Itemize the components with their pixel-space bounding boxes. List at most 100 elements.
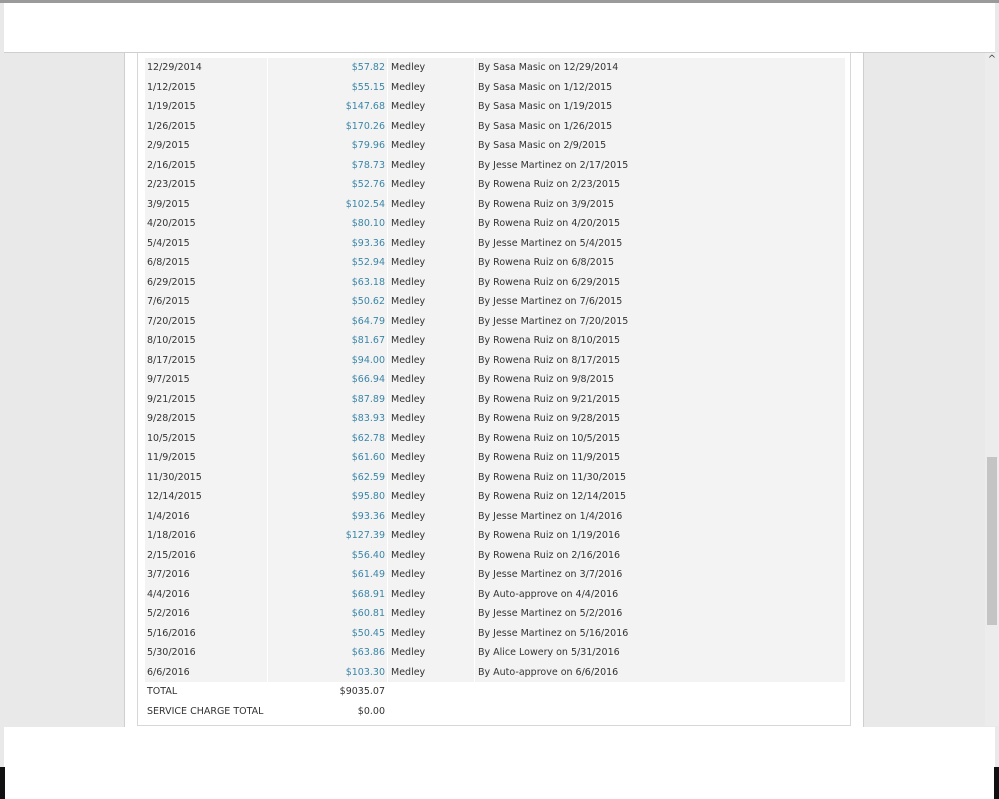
amount-link[interactable]: $102.54: [271, 195, 385, 215]
column-separator: [267, 155, 268, 175]
table-row: 1/19/2015 $147.68 Medley By Sasa Masic on 1…: [145, 97, 845, 117]
column-separator: [387, 292, 388, 312]
amount-link[interactable]: $60.81: [271, 604, 385, 624]
column-separator: [387, 448, 388, 468]
amount-link[interactable]: $62.78: [271, 429, 385, 449]
amount-link[interactable]: $94.00: [271, 351, 385, 371]
scrollbar-thumb[interactable]: [987, 457, 997, 625]
column-separator: [387, 58, 388, 78]
column-separator: [387, 175, 388, 195]
amount-link[interactable]: $95.80: [271, 487, 385, 507]
table-row: 5/30/2016 $63.86 Medley By Alice Lowery on …: [145, 643, 845, 663]
amount-link[interactable]: $52.76: [271, 175, 385, 195]
column-separator: [387, 253, 388, 273]
vendor-cell: Medley: [391, 608, 426, 619]
vendor-cell: Medley: [391, 569, 426, 580]
amount-link[interactable]: $81.67: [271, 331, 385, 351]
approval-cell: By Rowena Ruiz on 10/5/2015: [478, 432, 621, 444]
approval-cell: By Auto-approve on 6/6/2016: [478, 666, 619, 678]
vendor-cell: Medley: [391, 588, 426, 600]
amount-link[interactable]: $50.45: [271, 624, 385, 644]
amount-link[interactable]: $63.86: [271, 643, 385, 663]
vendor-cell: Medley: [391, 491, 426, 502]
column-separator: [474, 448, 475, 468]
column-separator: [474, 311, 475, 331]
amount-link[interactable]: $61.60: [271, 448, 385, 468]
amount-link[interactable]: $50.62: [271, 292, 385, 312]
table-row: 10/5/2015 $62.78 Medley By Rowena Ruiz on 1…: [145, 428, 845, 449]
amount-link[interactable]: $93.36: [271, 507, 385, 527]
amount-link[interactable]: $170.26: [271, 117, 385, 137]
column-separator: [387, 311, 388, 331]
date-cell: 11/9/2015: [147, 452, 196, 463]
table-row: 11/9/2015 $61.60 Medley By Rowena Ruiz on 1…: [145, 448, 845, 468]
amount-link[interactable]: $68.91: [271, 585, 385, 605]
table-row: 12/29/2014 $57.82 Medley By Sasa Masic on 1…: [145, 58, 845, 78]
column-separator: [474, 233, 475, 253]
table-row: 3/7/2016 $61.49 Medley By Jesse Martinez on…: [145, 565, 845, 585]
amount-link[interactable]: $127.39: [271, 526, 385, 546]
chevron-up-icon[interactable]: ^: [985, 53, 999, 67]
table-row: 1/4/2016 $93.36 Medley By Jesse Martinez on…: [145, 506, 845, 527]
approval-cell: By Rowena Ruiz on 8/17/2015: [478, 354, 621, 366]
column-separator: [267, 214, 268, 234]
amount-link[interactable]: $147.68: [271, 97, 385, 117]
amount-link[interactable]: $56.40: [271, 546, 385, 566]
date-cell: 1/26/2015: [147, 120, 196, 132]
vendor-cell: Medley: [391, 81, 426, 93]
approval-cell: By Rowena Ruiz on 3/9/2015: [478, 198, 614, 210]
approval-cell: By Rowena Ruiz on 4/20/2015: [478, 218, 621, 229]
window-corner-right: [994, 767, 999, 799]
column-separator: [387, 97, 388, 117]
column-separator: [474, 623, 475, 643]
vendor-cell: Medley: [391, 471, 426, 483]
amount-link[interactable]: $79.96: [271, 136, 385, 156]
approval-cell: By Rowena Ruiz on 6/8/2015: [478, 257, 614, 268]
amount-link[interactable]: $83.93: [271, 409, 385, 429]
column-separator: [267, 311, 268, 331]
total-label: SERVICE CHARGE TOTAL: [147, 705, 264, 717]
column-separator: [267, 116, 268, 136]
date-cell: 4/4/2016: [147, 588, 190, 600]
amount-link[interactable]: $80.10: [271, 214, 385, 234]
date-cell: 3/7/2016: [147, 569, 190, 580]
approval-cell: By Sasa Masic on 12/29/2014: [478, 62, 619, 73]
amount-link[interactable]: $64.79: [271, 312, 385, 332]
amount-link[interactable]: $103.30: [271, 663, 385, 683]
amount-link[interactable]: $52.94: [271, 253, 385, 273]
column-separator: [267, 643, 268, 663]
column-separator: [474, 467, 475, 487]
amount-link[interactable]: $62.59: [271, 468, 385, 488]
amount-link[interactable]: $87.89: [271, 390, 385, 410]
amount-link[interactable]: $57.82: [271, 58, 385, 78]
amount-link[interactable]: $55.15: [271, 78, 385, 98]
table-row: 1/26/2015 $170.26 Medley By Sasa Masic on 1…: [145, 116, 845, 137]
vendor-cell: Medley: [391, 432, 426, 444]
vendor-cell: Medley: [391, 393, 426, 405]
total-label: TOTAL: [147, 686, 178, 697]
column-separator: [267, 565, 268, 585]
amount-link[interactable]: $63.18: [271, 273, 385, 293]
table-row: 5/2/2016 $60.81 Medley By Jesse Martinez on…: [145, 604, 845, 624]
vendor-cell: Medley: [391, 62, 426, 73]
date-cell: 5/4/2015: [147, 237, 190, 249]
vendor-cell: Medley: [391, 666, 426, 678]
amount-link[interactable]: $61.49: [271, 565, 385, 585]
date-cell: 9/21/2015: [147, 393, 196, 405]
table-row: 2/23/2015 $52.76 Medley By Rowena Ruiz on 2…: [145, 175, 845, 195]
date-cell: 1/18/2016: [147, 530, 196, 541]
column-separator: [474, 662, 475, 682]
amount-link[interactable]: $78.73: [271, 156, 385, 176]
amount-link[interactable]: $93.36: [271, 234, 385, 254]
vertical-scrollbar[interactable]: ^: [985, 53, 999, 726]
column-separator: [387, 331, 388, 351]
date-cell: 2/9/2015: [147, 140, 190, 151]
column-separator: [267, 526, 268, 546]
table-row: 2/16/2015 $78.73 Medley By Jesse Martinez o…: [145, 155, 845, 176]
table-row: 6/6/2016 $103.30 Medley By Auto-approve on …: [145, 662, 845, 683]
date-cell: 7/6/2015: [147, 296, 190, 307]
column-separator: [267, 389, 268, 409]
approval-cell: By Jesse Martinez on 5/4/2015: [478, 237, 623, 249]
amount-link[interactable]: $66.94: [271, 370, 385, 390]
column-separator: [267, 350, 268, 370]
